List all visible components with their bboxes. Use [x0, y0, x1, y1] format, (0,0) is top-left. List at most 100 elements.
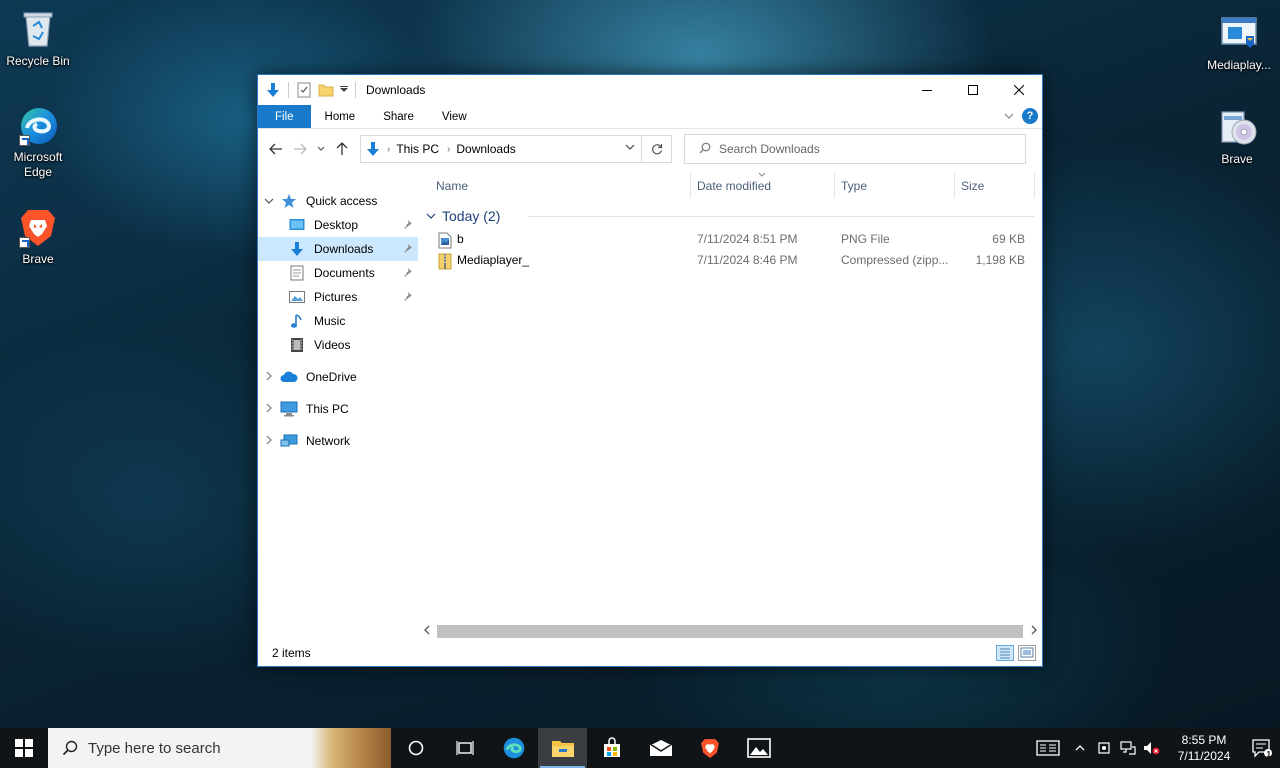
- taskbar-file-explorer[interactable]: [538, 728, 587, 768]
- forward-button[interactable]: [288, 137, 312, 161]
- address-dropdown-icon[interactable]: [625, 142, 635, 153]
- taskbar-mail[interactable]: [636, 728, 685, 768]
- action-center-button[interactable]: 1: [1244, 728, 1280, 768]
- news-widget-button[interactable]: [1028, 728, 1068, 768]
- maximize-button[interactable]: [950, 75, 996, 105]
- help-button[interactable]: ?: [1022, 108, 1038, 124]
- volume-button[interactable]: [1140, 728, 1164, 768]
- show-hidden-icons-button[interactable]: [1068, 728, 1092, 768]
- task-view-button[interactable]: [440, 728, 489, 768]
- file-list[interactable]: Name Date modified Type Size Today (2) b…: [418, 169, 1042, 640]
- taskbar-clock[interactable]: 8:55 PM 7/11/2024: [1164, 732, 1244, 764]
- navigation-pane[interactable]: Quick access Desktop Downloads Documents…: [258, 169, 418, 640]
- nav-label: Videos: [314, 338, 351, 352]
- recent-locations-button[interactable]: [312, 137, 330, 161]
- pin-icon[interactable]: [404, 219, 414, 229]
- expand-chevron-icon[interactable]: [258, 403, 280, 416]
- details-view-button[interactable]: [996, 645, 1014, 661]
- video-film-icon: [288, 337, 306, 353]
- column-divider[interactable]: [1034, 172, 1035, 198]
- column-headers: Name Date modified Type Size: [418, 172, 1042, 198]
- scroll-left-arrow-icon[interactable]: [418, 625, 435, 638]
- desktop-icon-recycle-bin[interactable]: Recycle Bin: [0, 8, 76, 69]
- scrollbar-thumb[interactable]: [437, 625, 1023, 638]
- tab-share[interactable]: Share: [369, 105, 428, 128]
- shortcut-arrow-icon: [19, 237, 30, 248]
- tray-app-icon[interactable]: [1092, 728, 1116, 768]
- collapse-chevron-icon[interactable]: [258, 196, 280, 207]
- tab-view[interactable]: View: [428, 105, 481, 128]
- nav-item-pictures[interactable]: Pictures: [258, 285, 418, 309]
- title-bar[interactable]: Downloads: [258, 75, 1042, 105]
- group-label: Today (2): [442, 208, 501, 224]
- search-highlight-image[interactable]: [311, 728, 391, 768]
- nav-item-documents[interactable]: Documents: [258, 261, 418, 285]
- column-divider[interactable]: [954, 172, 955, 198]
- network-status-button[interactable]: [1116, 728, 1140, 768]
- nav-item-network[interactable]: Network: [258, 429, 418, 453]
- large-icons-view-button[interactable]: [1018, 645, 1036, 661]
- pictures-icon: [288, 289, 306, 305]
- downloads-arrow-icon: [288, 241, 306, 257]
- nav-item-downloads[interactable]: Downloads: [258, 237, 418, 261]
- nav-item-desktop[interactable]: Desktop: [258, 213, 418, 237]
- system-tray: 8:55 PM 7/11/2024 1: [1028, 728, 1280, 768]
- file-row[interactable]: b 7/11/2024 8:51 PM PNG File 69 KB: [418, 228, 1042, 249]
- breadcrumb-chevron-icon[interactable]: ›: [447, 144, 450, 155]
- pin-icon[interactable]: [404, 243, 414, 253]
- pin-icon[interactable]: [404, 291, 414, 301]
- group-collapse-chevron-icon[interactable]: [426, 211, 436, 222]
- expand-ribbon-chevron-icon[interactable]: [1004, 109, 1014, 123]
- breadcrumb-this-pc[interactable]: This PC: [396, 142, 439, 156]
- desktop-icon-mediaplayer[interactable]: Mediaplay...: [1198, 12, 1280, 73]
- expand-chevron-icon[interactable]: [258, 371, 280, 384]
- nav-item-quick-access[interactable]: Quick access: [258, 189, 418, 213]
- file-row[interactable]: Mediaplayer_ 7/11/2024 8:46 PM Compresse…: [418, 249, 1042, 270]
- group-header-today[interactable]: Today (2): [418, 204, 1042, 228]
- refresh-button[interactable]: [642, 135, 672, 163]
- customize-toolbar-chevron-icon[interactable]: [337, 79, 351, 101]
- new-folder-icon[interactable]: [315, 79, 337, 101]
- taskbar-brave[interactable]: [685, 728, 734, 768]
- back-button[interactable]: [264, 137, 288, 161]
- nav-item-this-pc[interactable]: This PC: [258, 397, 418, 421]
- expand-chevron-icon[interactable]: [258, 435, 280, 448]
- scroll-right-arrow-icon[interactable]: [1025, 625, 1042, 638]
- desktop-icon-brave[interactable]: Brave: [0, 206, 76, 267]
- desktop-icon-microsoft-edge[interactable]: Microsoft Edge: [0, 104, 76, 180]
- close-button[interactable]: [996, 75, 1042, 105]
- status-bar: 2 items: [258, 640, 1042, 666]
- column-divider[interactable]: [690, 172, 691, 198]
- horizontal-scrollbar[interactable]: [418, 623, 1042, 640]
- search-input[interactable]: [719, 142, 999, 156]
- address-bar[interactable]: › This PC › Downloads: [360, 135, 642, 163]
- taskbar-edge[interactable]: [489, 728, 538, 768]
- taskbar-microsoft-store[interactable]: [587, 728, 636, 768]
- nav-item-onedrive[interactable]: OneDrive: [258, 365, 418, 389]
- up-button[interactable]: [330, 137, 354, 161]
- start-button[interactable]: [0, 728, 48, 768]
- tab-home[interactable]: Home: [311, 105, 370, 128]
- column-divider[interactable]: [834, 172, 835, 198]
- desktop-icon-brave-setup[interactable]: Brave: [1198, 106, 1276, 167]
- minimize-button[interactable]: [904, 75, 950, 105]
- search-box[interactable]: [684, 134, 1026, 164]
- column-date-modified[interactable]: Date modified: [697, 179, 771, 193]
- column-name[interactable]: Name: [436, 179, 468, 193]
- news-icon: [1036, 740, 1060, 756]
- tab-file[interactable]: File: [258, 105, 311, 128]
- column-type[interactable]: Type: [841, 179, 867, 193]
- nav-item-videos[interactable]: Videos: [258, 333, 418, 357]
- taskbar-search-input[interactable]: [88, 739, 308, 757]
- cortana-button[interactable]: [391, 728, 440, 768]
- cortana-circle-icon: [408, 740, 423, 756]
- properties-icon[interactable]: [293, 79, 315, 101]
- breadcrumb-downloads[interactable]: Downloads: [456, 142, 515, 156]
- shortcut-arrow-icon: [19, 135, 30, 146]
- nav-item-music[interactable]: Music: [258, 309, 418, 333]
- nav-label: Quick access: [306, 194, 378, 208]
- pin-icon[interactable]: [404, 267, 414, 277]
- taskbar-photos[interactable]: [734, 728, 783, 768]
- taskbar-search-box[interactable]: [48, 728, 391, 768]
- column-size[interactable]: Size: [961, 179, 984, 193]
